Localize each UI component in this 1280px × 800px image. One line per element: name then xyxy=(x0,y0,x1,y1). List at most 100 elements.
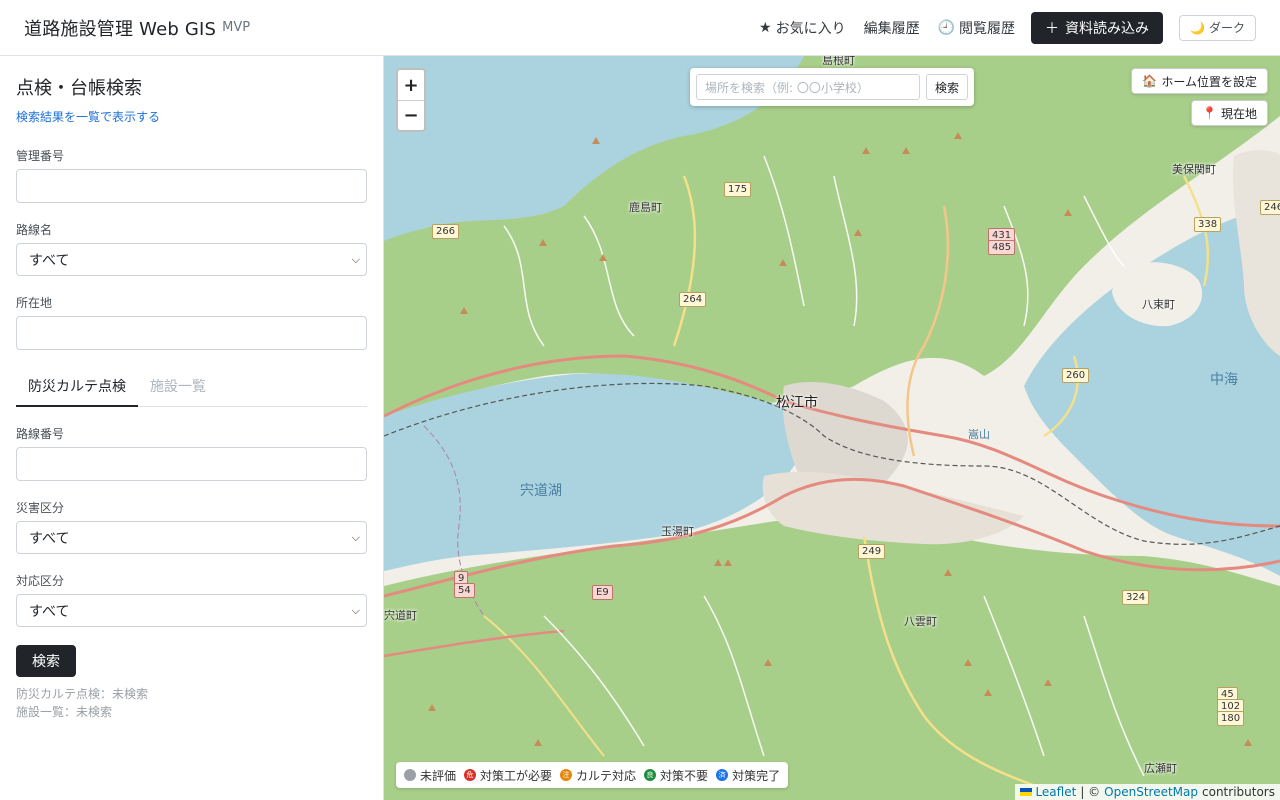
pin-icon: 📍 xyxy=(1202,106,1217,120)
road-shield: 264 xyxy=(679,292,707,307)
map-attribution: Leaflet | © OpenStreetMap contributors xyxy=(1015,784,1280,800)
mgmt-no-label: 管理番号 xyxy=(16,149,65,163)
location-label: 所在地 xyxy=(16,296,53,310)
place-search-input[interactable]: 場所を検索（例: 〇〇小学校） xyxy=(696,74,920,100)
attribution-contributors: contributors xyxy=(1202,785,1275,799)
import-label: 資料読み込み xyxy=(1065,19,1150,36)
road-shield: 175 xyxy=(724,182,752,197)
place-label-tamayu: 玉湯町 xyxy=(661,525,694,538)
search-button[interactable]: 検索 xyxy=(16,645,76,677)
set-home-button[interactable]: 🏠 ホーム位置を設定 xyxy=(1131,68,1268,94)
karte-status: 防災カルテ点検：未検索 xyxy=(16,687,149,701)
legend-item: 済 対策完了 xyxy=(716,767,780,784)
done-dot-icon: 済 xyxy=(716,769,729,781)
route-name-select[interactable]: すべて ⌵ xyxy=(16,243,367,276)
route-no-input[interactable] xyxy=(16,447,367,481)
road-shield: 249 xyxy=(858,544,886,559)
app-header: 道路施設管理 Web GIS MVP ★ お気に入り 編集履歴 🕘 閲覧履歴 ＋… xyxy=(0,0,1280,56)
set-home-label: ホーム位置を設定 xyxy=(1161,74,1257,89)
place-search-box: 場所を検索（例: 〇〇小学校） 検索 xyxy=(690,68,974,106)
place-label-yakumo: 八雲町 xyxy=(904,615,937,628)
map-tiles xyxy=(384,56,1280,800)
flag-icon xyxy=(1020,788,1033,796)
theme-label: ダーク xyxy=(1208,21,1245,35)
edit-history-link[interactable]: 編集履歴 xyxy=(864,18,920,38)
chevron-down-icon: ⌵ xyxy=(351,530,360,544)
zoom-control: + − xyxy=(396,68,426,132)
legend-label: カルテ対応 xyxy=(576,768,637,783)
legend-item: 良 対策不要 xyxy=(644,767,708,784)
view-history-label: 閲覧履歴 xyxy=(959,20,1016,37)
sidebar-title: 点検・台帳検索 xyxy=(16,78,142,99)
road-shield: E9 xyxy=(592,585,613,600)
moon-icon: 🌙 xyxy=(1190,20,1205,35)
road-shield: 260 xyxy=(1062,368,1090,383)
map-canvas[interactable]: 松江市 宍道湖 中海 鹿島町 美保関町 八束町 玉湯町 八雲町 宍道町 広瀬町 … xyxy=(384,56,1280,800)
gray-dot-icon xyxy=(404,769,416,781)
search-status: 防災カルテ点検：未検索 施設一覧：未検索 xyxy=(16,685,367,721)
leaflet-link[interactable]: Leaflet xyxy=(1035,785,1076,799)
legend-label: 対策完了 xyxy=(732,768,781,783)
legend-item: 危 対策工が必要 xyxy=(464,767,552,784)
import-button[interactable]: ＋ 資料読み込み xyxy=(1031,11,1164,44)
water-label-nakaumi: 中海 xyxy=(1210,372,1238,388)
edit-history-label: 編集履歴 xyxy=(863,20,920,37)
road-shield: 338 xyxy=(1194,217,1222,232)
tab-facility-list[interactable]: 施設一覧 xyxy=(138,368,218,406)
legend-label: 対策工が必要 xyxy=(480,768,553,783)
legend-item: 未評価 xyxy=(404,767,456,784)
theme-toggle-button[interactable]: 🌙 ダーク xyxy=(1179,14,1256,41)
water-label-shinjiko: 宍道湖 xyxy=(520,483,562,499)
road-shield: 246 xyxy=(1260,200,1280,215)
favorites-link[interactable]: ★ お気に入り xyxy=(759,18,846,38)
road-shield: 324 xyxy=(1122,590,1150,605)
star-icon: ★ xyxy=(759,19,772,36)
plus-icon: ＋ xyxy=(1045,19,1060,36)
place-search-button[interactable]: 検索 xyxy=(925,74,968,100)
location-input[interactable] xyxy=(16,316,367,350)
osm-link[interactable]: OpenStreetMap xyxy=(1104,785,1198,799)
place-label-matsue: 松江市 xyxy=(776,395,818,411)
app-title: 道路施設管理 Web GIS xyxy=(24,18,217,40)
tab-disaster-karte[interactable]: 防災カルテ点検 xyxy=(16,368,138,407)
facility-status: 施設一覧：未検索 xyxy=(16,705,113,719)
favorites-label: お気に入り xyxy=(775,20,846,37)
disaster-value: すべて xyxy=(29,530,70,547)
current-location-label: 現在地 xyxy=(1220,106,1257,121)
chevron-down-icon: ⌵ xyxy=(351,603,360,617)
caution-dot-icon: 注 xyxy=(560,769,573,781)
show-list-link[interactable]: 検索結果を一覧で表示する xyxy=(16,108,160,125)
current-location-button[interactable]: 📍 現在地 xyxy=(1191,100,1268,126)
good-dot-icon: 良 xyxy=(644,769,657,781)
legend-label: 未評価 xyxy=(420,768,457,783)
mgmt-no-input[interactable] xyxy=(16,169,367,203)
place-label-mihonoseki: 美保関町 xyxy=(1172,163,1216,176)
mvp-badge: MVP xyxy=(222,20,251,35)
road-shield: 266 xyxy=(432,224,460,239)
chevron-down-icon: ⌵ xyxy=(351,252,360,266)
response-select[interactable]: すべて ⌵ xyxy=(16,594,367,627)
home-icon: 🏠 xyxy=(1142,74,1158,88)
road-shield: 485 xyxy=(988,240,1016,255)
legend-label: 対策不要 xyxy=(660,768,709,783)
road-shield: 54 xyxy=(454,583,475,598)
zoom-in-button[interactable]: + xyxy=(398,70,424,100)
clock-icon: 🕘 xyxy=(937,19,956,36)
search-sidebar: 点検・台帳検索 検索結果を一覧で表示する 管理番号 路線名 すべて ⌵ 所在地 … xyxy=(0,56,384,800)
route-name-label: 路線名 xyxy=(16,223,53,237)
place-label-kiyama: 嵩山 xyxy=(968,428,990,441)
place-label-hirose: 広瀬町 xyxy=(1144,762,1177,775)
route-name-value: すべて xyxy=(29,252,70,269)
response-value: すべて xyxy=(29,603,70,620)
route-no-label: 路線番号 xyxy=(16,427,65,441)
attribution-separator: | © xyxy=(1080,785,1101,799)
legend-item: 注 カルテ対応 xyxy=(560,767,636,784)
disaster-label: 災害区分 xyxy=(16,501,65,515)
view-history-link[interactable]: 🕘 閲覧履歴 xyxy=(938,18,1015,38)
search-tabs: 防災カルテ点検 施設一覧 xyxy=(16,368,367,407)
disaster-select[interactable]: すべて ⌵ xyxy=(16,521,367,554)
zoom-out-button[interactable]: − xyxy=(398,100,424,130)
place-label-shimane: 島根町 xyxy=(822,56,855,67)
danger-dot-icon: 危 xyxy=(464,769,477,781)
status-legend: 未評価 危 対策工が必要 注 カルテ対応 良 対策不要 済 対策完了 xyxy=(396,762,789,788)
